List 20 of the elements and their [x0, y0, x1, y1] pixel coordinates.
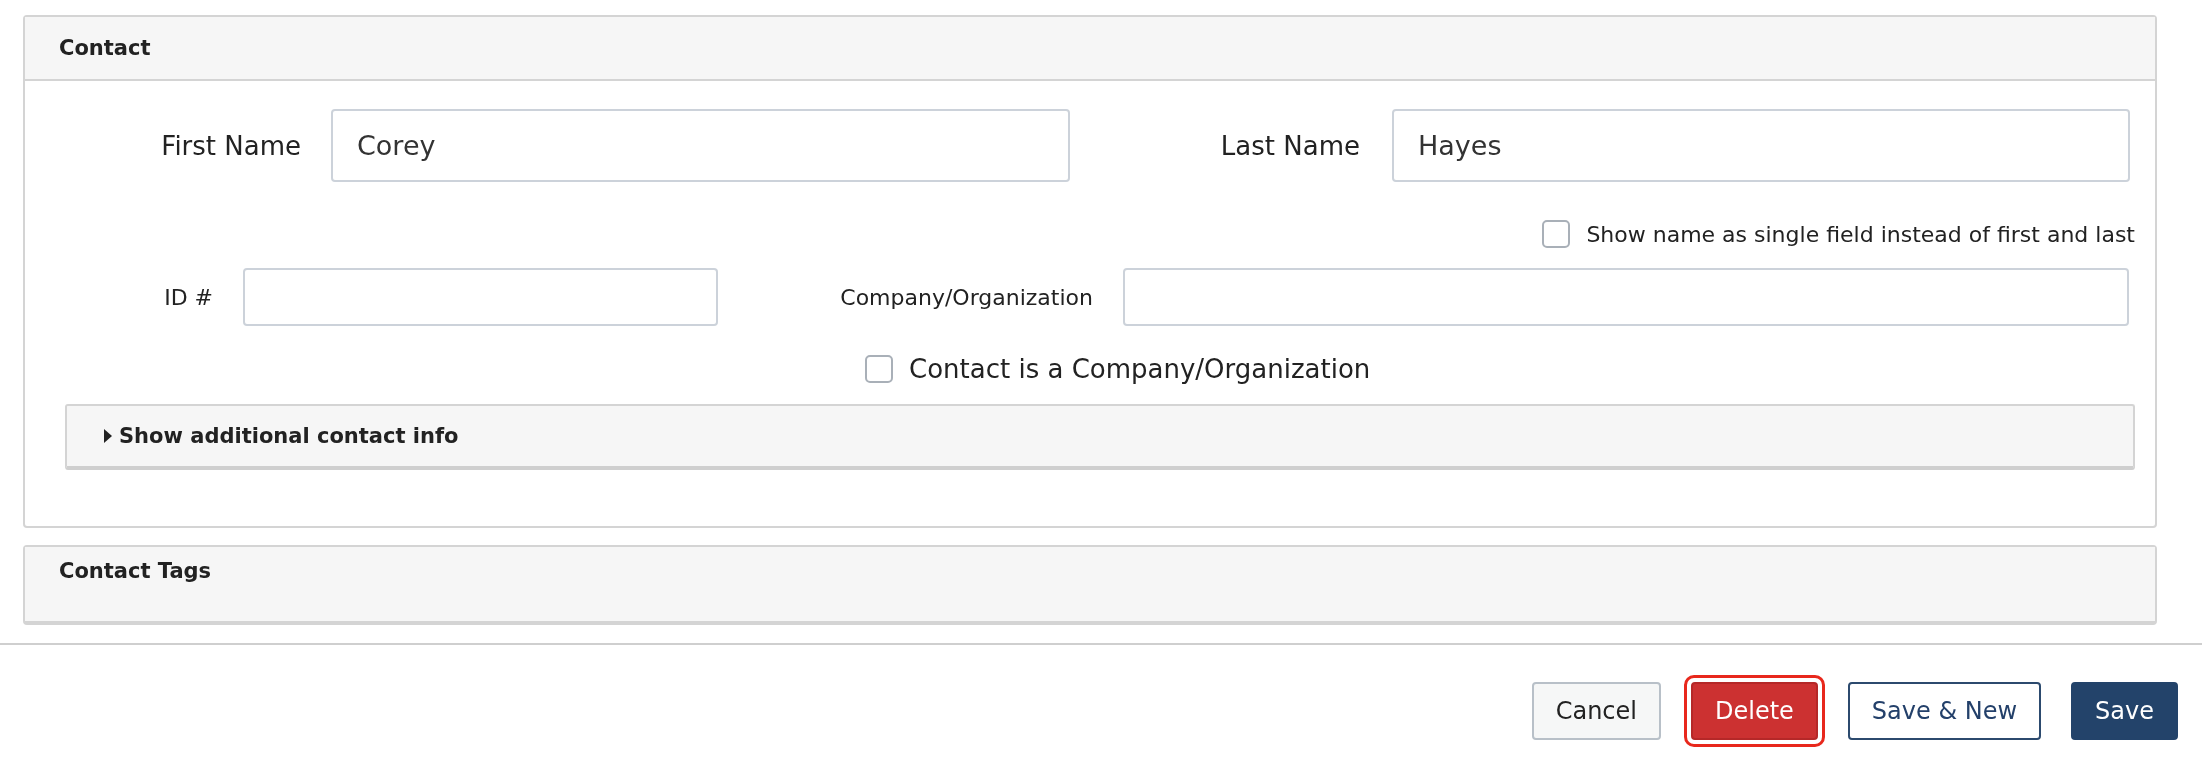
action-button[interactable]: Delete [1691, 681, 1818, 740]
action-button[interactable]: Cancel [1531, 681, 1661, 740]
field-label: ID # [163, 284, 213, 310]
action-button[interactable]: Save [2071, 681, 2178, 740]
panel-title: Contact Tags [59, 559, 212, 583]
action-button[interactable]: Save & New [1847, 681, 2042, 740]
panel-title: Contact [59, 36, 151, 60]
company-field[interactable] [1123, 268, 2129, 326]
last-name-field[interactable]: Hayes [1392, 109, 2130, 182]
checkbox-label: Show name as single field instead of first and last [1586, 221, 2135, 247]
checkbox-label: Contact is a Company/Organization [909, 354, 1371, 384]
caret-icon [103, 428, 113, 444]
field-label: Last Name [1219, 130, 1360, 161]
field-label: Company/Organization [839, 284, 1093, 310]
additional-info-toggle[interactable]: Show additional contact info [65, 404, 2135, 470]
checkbox[interactable] [1542, 220, 1571, 248]
id-field[interactable] [243, 268, 718, 326]
first-name-field[interactable]: Corey [331, 109, 1070, 182]
field-label: First Name [160, 130, 301, 161]
checkbox[interactable] [865, 355, 893, 383]
